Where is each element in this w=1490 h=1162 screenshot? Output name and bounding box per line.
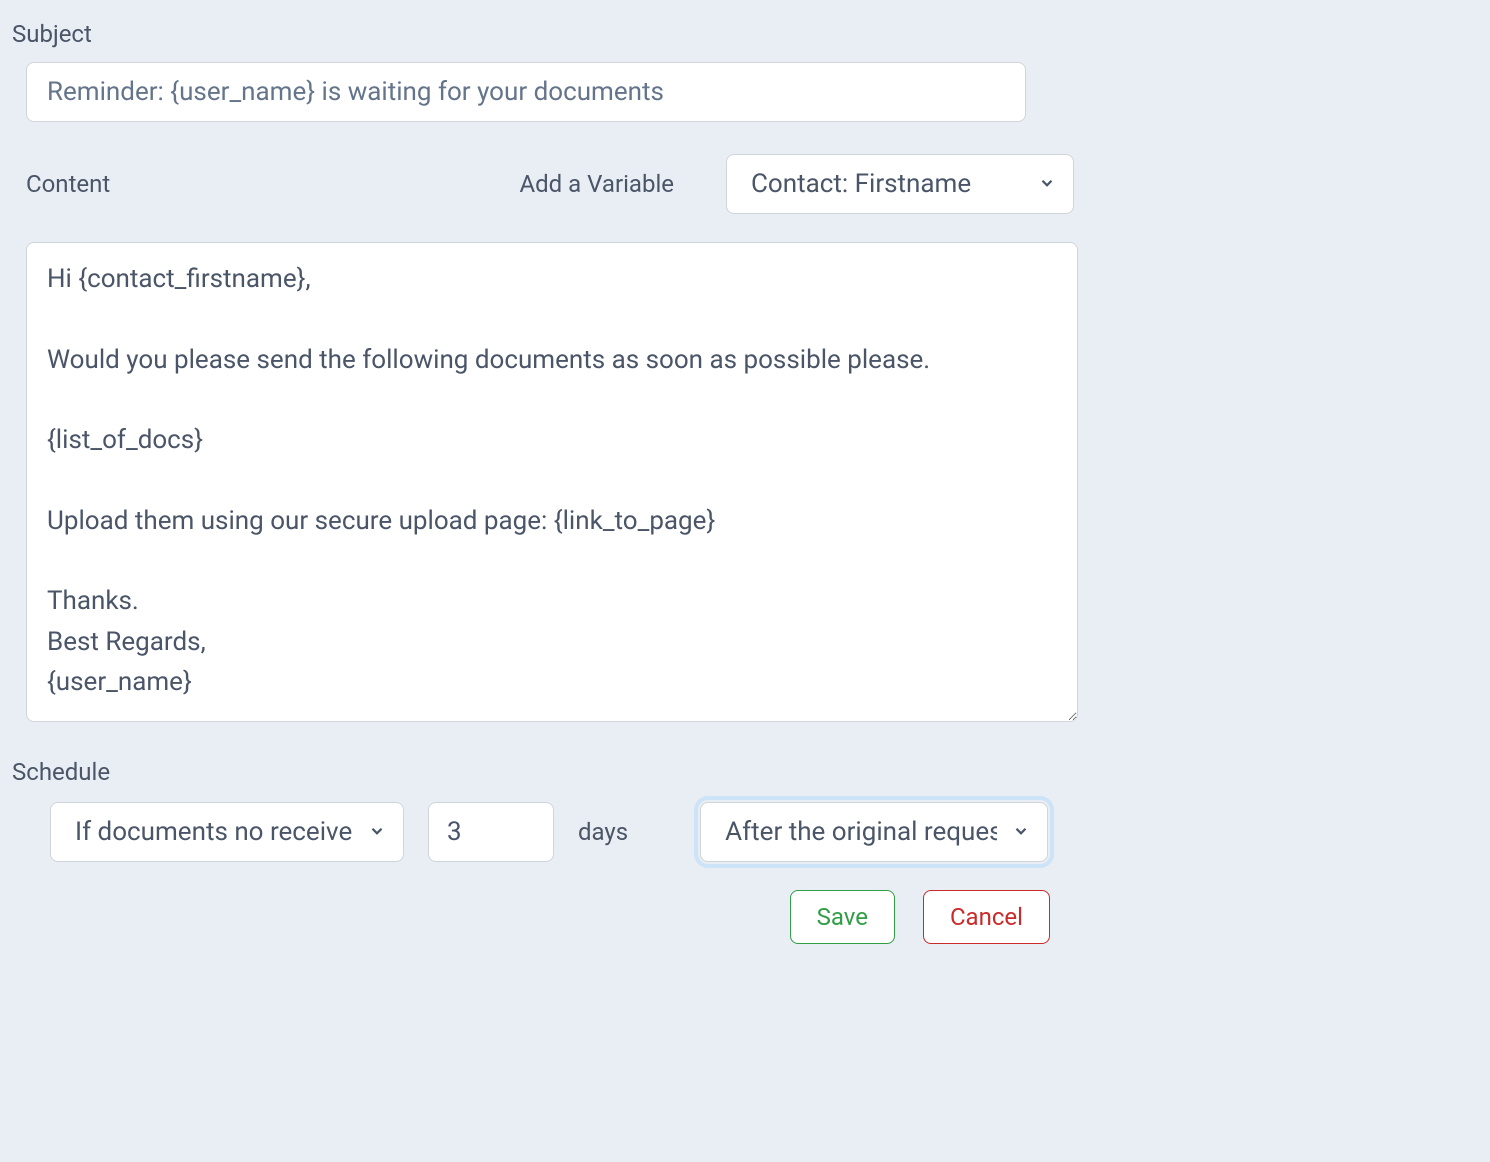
save-button[interactable]: Save [790, 890, 895, 944]
schedule-days-input[interactable] [428, 802, 554, 862]
subject-input[interactable] [26, 62, 1026, 122]
cancel-button[interactable]: Cancel [923, 890, 1050, 944]
content-label: Content [26, 170, 110, 198]
add-variable-label: Add a Variable [519, 170, 674, 198]
schedule-condition-select[interactable]: If documents no received [50, 802, 404, 862]
content-textarea[interactable] [26, 242, 1078, 722]
variable-select[interactable]: Contact: Firstname [726, 154, 1074, 214]
schedule-label: Schedule [12, 758, 1478, 786]
schedule-relative-select[interactable]: After the original request [700, 802, 1048, 862]
subject-label: Subject [12, 20, 1478, 48]
schedule-days-label: days [578, 818, 628, 846]
